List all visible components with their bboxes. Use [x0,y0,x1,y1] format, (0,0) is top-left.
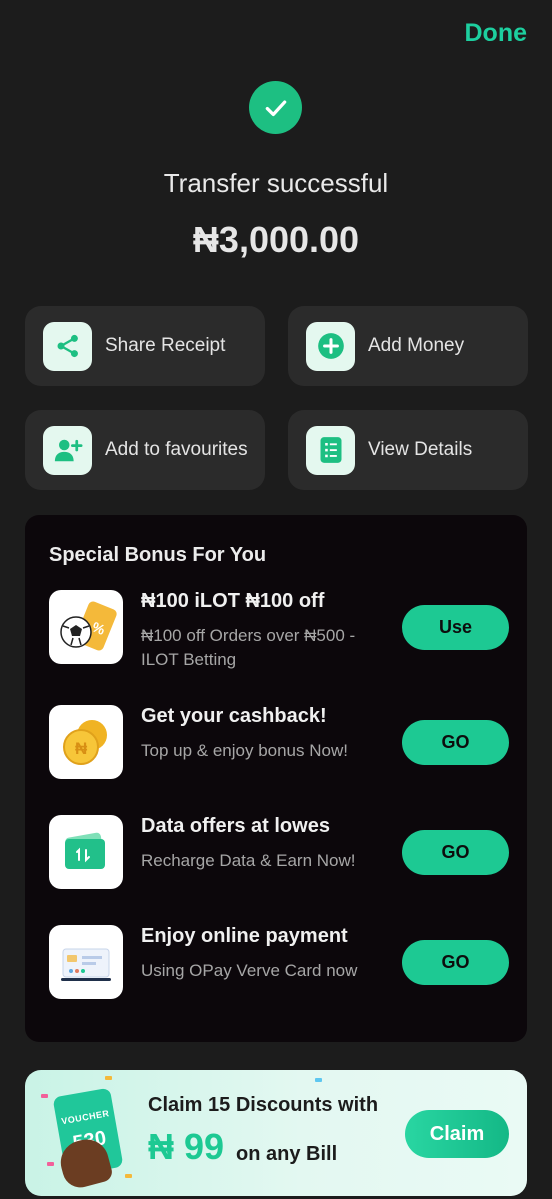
transfer-success-screen: Done Transfer successful ₦3,000.00 Share… [0,0,552,1199]
banner-suffix: on any Bill [236,1143,338,1165]
share-receipt-button[interactable]: Share Receipt [25,306,265,386]
offer-title: Data offers at lowes [141,815,330,837]
transfer-amount: ₦3,000.00 [192,219,360,260]
add-user-icon [43,425,92,475]
offer-item-ilot: % ₦100 iLOT ₦100 off ₦100 off Orders ove… [49,590,509,669]
confetti-decoration [125,1174,132,1178]
use-button[interactable]: Use [402,605,509,650]
banner-headline: Claim 15 Discounts with [148,1094,379,1116]
svg-text:₦: ₦ [75,739,88,758]
share-icon [43,321,92,371]
add-to-favourites-button[interactable]: Add to favourites [25,410,265,490]
confetti-decoration [105,1076,112,1080]
claim-button[interactable]: Claim [405,1110,509,1158]
offer-subtitle: ₦100 off Orders over ₦500 - ILOT Betting [141,626,356,669]
go-button[interactable]: GO [402,720,509,765]
offer-subtitle: Using OPay Verve Card now [141,961,358,980]
view-details-button[interactable]: View Details [288,410,528,490]
offer-item-data: Data offers at lowes Recharge Data & Ear… [49,815,509,891]
plus-circle-icon [306,321,355,371]
share-receipt-label: Share Receipt [105,335,226,356]
bonus-title: Special Bonus For You [49,544,267,566]
view-details-label: View Details [368,439,473,460]
document-list-icon [306,425,355,475]
coins-icon: ₦ [49,705,123,779]
special-bonus-panel: Special Bonus For You % ₦100 iLOT ₦100 o… [25,515,527,1042]
voucher-label: VOUCHER [60,1107,111,1126]
add-money-button[interactable]: Add Money [288,306,528,386]
banner-amount: ₦ 99 [148,1126,225,1167]
offer-subtitle: Recharge Data & Earn Now! [141,851,356,870]
done-button[interactable]: Done [465,19,528,48]
offer-item-payment: Enjoy online payment Using OPay Verve Ca… [49,925,509,1001]
go-button[interactable]: GO [402,830,509,875]
offer-title: Enjoy online payment [141,925,348,947]
payment-card-icon [49,925,123,999]
offer-title: Get your cashback! [141,705,327,727]
go-button[interactable]: GO [402,940,509,985]
status-title: Transfer successful [163,168,389,198]
claim-discount-banner[interactable]: VOUCHER 530 Claim 15 Discounts with ₦ 99… [25,1070,527,1196]
offer-title: ₦100 iLOT ₦100 off [141,590,325,612]
offer-subtitle: Top up & enjoy bonus Now! [141,741,348,760]
confetti-decoration [47,1162,54,1166]
add-money-label: Add Money [368,335,465,356]
confetti-decoration [41,1094,48,1098]
success-check-icon [249,81,302,134]
soccer-ticket-icon: % [49,590,123,664]
offer-item-cashback: ₦ Get your cashback! Top up & enjoy bonu… [49,705,509,781]
data-card-icon [49,815,123,889]
confetti-decoration [315,1078,322,1082]
add-to-favourites-label: Add to favourites [105,439,248,460]
